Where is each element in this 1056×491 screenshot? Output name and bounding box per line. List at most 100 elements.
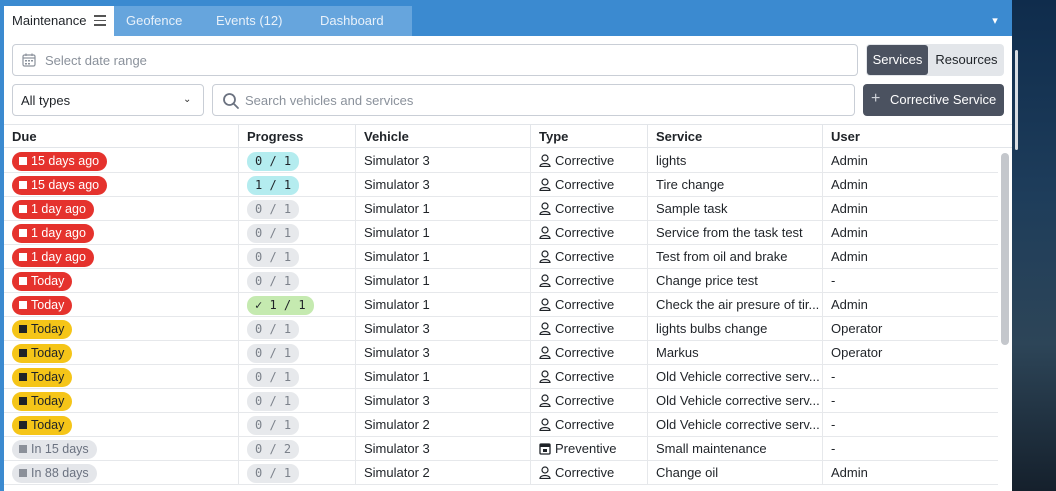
add-corrective-service-button[interactable]: + Corrective Service [863,84,1004,116]
progress-badge: 0 / 1 [247,392,300,411]
service-cell: Change oil [648,461,823,485]
type-text: Corrective [555,177,615,192]
table-row[interactable]: 15 days ago 1 / 1 Simulator 3 Corrective Tir… [4,173,998,197]
progress-cell: 0 / 1 [239,341,356,365]
resources-segment[interactable]: Resources [930,45,1003,75]
tab-events[interactable]: Events (12) [204,6,294,36]
calendar-icon [19,469,27,477]
table-row[interactable]: Today 0 / 1 Simulator 3 Corrective lights bu… [4,317,998,341]
table-row[interactable]: In 88 days 0 / 1 Simulator 2 Corrective Chan… [4,461,998,485]
service-cell: Service from the task test [648,221,823,245]
type-cell: Corrective [531,341,648,365]
due-cell: In 15 days [4,437,239,461]
due-text: 15 days ago [31,178,100,192]
progress-badge: 0 / 1 [247,320,300,339]
table-row[interactable]: Today 0 / 1 Simulator 2 Corrective Old Vehic… [4,413,998,437]
type-text: Corrective [555,273,615,288]
due-badge: Today [12,320,73,339]
service-cell: Test from oil and brake [648,245,823,269]
calendar-icon [19,373,27,381]
column-header-progress[interactable]: Progress [239,125,356,149]
user-cell: Admin [831,201,868,216]
calendar-icon [539,443,551,455]
table-row[interactable]: Today 0 / 1 Simulator 3 Corrective Markus Ope… [4,341,998,365]
services-segment[interactable]: Services [867,45,928,75]
service-cell: Check the air presure of tir... [648,293,823,317]
table-row[interactable]: Today 0 / 1 Simulator 1 Corrective Old Vehic… [4,365,998,389]
progress-cell: 1 / 1 [239,173,356,197]
progress-cell: 0 / 1 [239,221,356,245]
due-cell: 1 day ago [4,221,239,245]
type-cell: Corrective [531,293,648,317]
column-header-service[interactable]: Service [648,125,823,149]
tab-maintenance[interactable]: Maintenance [4,6,114,36]
date-range-input[interactable]: Select date range [12,44,858,76]
person-icon [539,154,551,168]
due-badge: 15 days ago [12,176,108,195]
due-cell: Today [4,317,239,341]
search-icon [223,93,239,109]
table-row[interactable]: Today 0 / 1 Simulator 3 Corrective Old Vehic… [4,389,998,413]
tab-label: Geofence [126,13,183,28]
type-cell: Corrective [531,269,648,293]
scrollbar-thumb[interactable] [1001,153,1009,345]
table-row[interactable]: 1 day ago 0 / 1 Simulator 1 Corrective Sampl… [4,197,998,221]
person-icon [539,178,551,192]
table-body: 15 days ago 0 / 1 Simulator 3 Corrective lig… [4,149,998,485]
vehicle-cell: Simulator 2 [356,461,531,485]
person-icon [539,346,551,360]
due-text: Today [31,418,65,432]
user-cell: Admin [831,153,868,168]
table-row[interactable]: Today 0 / 1 Simulator 1 Corrective Change pr… [4,269,998,293]
vehicle-cell: Simulator 1 [356,197,531,221]
service-cell: Old Vehicle corrective serv... [648,389,823,413]
vehicle-cell: Simulator 1 [356,221,531,245]
user-cell: Operator [831,321,883,336]
table-row[interactable]: In 15 days 0 / 2 Simulator 3 Preventive Smal… [4,437,998,461]
progress-badge: 0 / 1 [247,464,300,483]
due-text: Today [31,322,65,336]
type-cell: Corrective [531,149,648,173]
progress-cell: 0 / 1 [239,269,356,293]
type-filter-select[interactable]: All types ⌄ [12,84,204,116]
type-text: Corrective [555,345,615,360]
tab-dashboard[interactable]: Dashboard [308,6,396,36]
due-badge: Today [12,344,73,363]
table-row[interactable]: Today ✓ 1 / 1 Simulator 1 Corrective Check t… [4,293,998,317]
tab-geofence[interactable]: Geofence [114,6,194,36]
due-badge: In 15 days [12,440,97,459]
search-input[interactable]: Search vehicles and services [212,84,855,116]
table-row[interactable]: 1 day ago 0 / 1 Simulator 1 Corrective Test … [4,245,998,269]
chevron-down-icon[interactable]: ▾ [988,14,1002,28]
progress-badge: 1 / 1 [247,176,300,195]
progress-cell: 0 / 1 [239,413,356,437]
type-text: Corrective [555,225,615,240]
due-badge: Today [12,368,73,387]
person-icon [539,274,551,288]
table-row[interactable]: 1 day ago 0 / 1 Simulator 1 Corrective Servi… [4,221,998,245]
type-text: Corrective [555,297,615,312]
calendar-icon [19,325,27,333]
type-text: Corrective [555,417,615,432]
column-header-type[interactable]: Type [531,125,648,149]
vehicle-cell: Simulator 1 [356,293,531,317]
type-cell: Corrective [531,413,648,437]
due-cell: Today [4,341,239,365]
type-cell: Corrective [531,461,648,485]
column-header-user[interactable]: User [823,125,998,149]
due-badge: Today [12,272,73,291]
calendar-icon [19,301,27,309]
table-row[interactable]: 15 days ago 0 / 1 Simulator 3 Corrective lig… [4,149,998,173]
person-icon [539,370,551,384]
calendar-icon [22,53,36,67]
search-placeholder: Search vehicles and services [245,93,414,108]
column-header-due[interactable]: Due [4,125,239,149]
table-scrollbar[interactable] [998,149,1012,491]
progress-cell: 0 / 1 [239,197,356,221]
type-text: Corrective [555,153,615,168]
due-badge: 15 days ago [12,152,108,171]
window-scrollbar[interactable] [1015,50,1018,150]
user-cell: - [831,441,836,456]
column-header-vehicle[interactable]: Vehicle [356,125,531,149]
hamburger-menu-icon[interactable] [94,15,106,27]
